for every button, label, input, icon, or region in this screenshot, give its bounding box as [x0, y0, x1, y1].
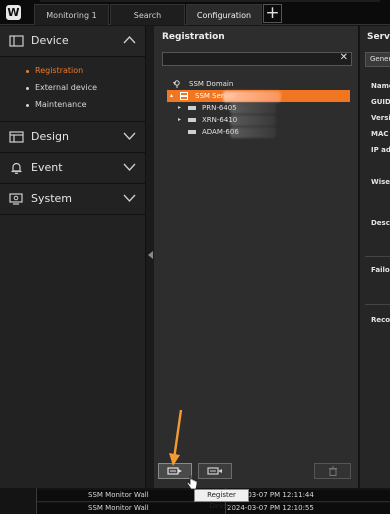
sidebar-section-label: Event	[31, 161, 63, 174]
deregister-device-button[interactable]	[198, 463, 232, 479]
tab-search[interactable]: Search	[110, 4, 185, 25]
top-tab-bar: W Monitoring 1 Search Configuration +	[0, 0, 390, 25]
monitor-gear-icon	[9, 193, 23, 205]
redacted-blur	[230, 127, 276, 138]
chevron-down-icon[interactable]	[123, 131, 136, 140]
sidebar-item-maintenance[interactable]: Maintenance	[0, 97, 145, 114]
sidebar-item-label: Registration	[35, 66, 84, 75]
collapse-arrow-icon[interactable]	[148, 251, 153, 259]
chevron-up-icon[interactable]	[123, 35, 136, 44]
bell-icon	[11, 162, 22, 174]
register-device-icon	[167, 467, 182, 475]
hand-cursor-icon	[186, 475, 198, 490]
nvr-icon	[188, 106, 196, 110]
panel-title: Registration	[162, 32, 225, 42]
bullet-icon	[26, 104, 29, 107]
sidebar-section-label: Design	[31, 130, 69, 143]
redacted-blur	[230, 115, 276, 126]
field-label: GUID	[371, 98, 390, 106]
registration-panel: Registration ✕ ▾ SSM Domain ▴ SSM Server…	[154, 26, 359, 488]
field-label: Recording	[371, 316, 390, 324]
server-icon	[180, 92, 188, 100]
divider	[365, 256, 390, 257]
device-submenu: Registration External device Maintenance	[0, 57, 145, 122]
sidebar-section-label: Device	[31, 34, 69, 47]
tree-node-device[interactable]: ADAM-606	[154, 126, 359, 138]
field-label: Version	[371, 114, 390, 122]
app-logo: W	[6, 5, 21, 20]
nvr-icon	[188, 118, 196, 122]
table-cell-name: SSM Monitor Wall	[88, 491, 149, 499]
field-label: Failover	[371, 266, 390, 274]
bullet-icon	[26, 70, 29, 73]
tree-toggle-icon[interactable]: ▴	[170, 90, 173, 102]
panel-splitter[interactable]	[146, 26, 154, 488]
tab-general[interactable]: General	[365, 52, 390, 67]
tree-toggle-icon[interactable]: ▸	[178, 114, 181, 126]
background-window-strip	[40, 0, 380, 2]
tree-node-domain[interactable]: ▾ SSM Domain	[154, 78, 359, 90]
bullet-icon	[26, 87, 29, 90]
field-label: Name	[371, 82, 390, 90]
nvr-icon	[188, 130, 196, 134]
config-sidebar: Device Registration External device Main…	[0, 26, 146, 488]
add-tab-button[interactable]: +	[263, 4, 282, 23]
clear-search-icon[interactable]: ✕	[340, 52, 348, 63]
sidebar-section-device[interactable]: Device	[0, 26, 145, 57]
tree-toggle-icon[interactable]: ▸	[178, 102, 181, 114]
tab-monitoring-1[interactable]: Monitoring 1	[34, 4, 109, 25]
tab-configuration[interactable]: Configuration	[186, 4, 262, 25]
register-device-tooltip: Register Device	[194, 489, 249, 510]
field-label: MAC	[371, 130, 389, 138]
domain-icon	[174, 80, 180, 88]
device-tree: ▾ SSM Domain ▴ SSM Server ▸ PRN-6405 ▸ X…	[154, 78, 359, 138]
field-label: IP address	[371, 146, 390, 154]
sidebar-section-event[interactable]: Event	[0, 153, 145, 184]
tree-node-label: SSM Domain	[189, 80, 234, 88]
device-search-input[interactable]: ✕	[162, 52, 352, 66]
table-cell-name: SSM Monitor Wall	[88, 504, 149, 512]
sidebar-section-system[interactable]: System	[0, 184, 145, 215]
device-icon	[9, 35, 24, 47]
chevron-down-icon[interactable]	[123, 193, 136, 202]
field-label: Description	[371, 219, 390, 227]
column-separator	[36, 488, 37, 514]
annotation-arrow-icon	[169, 409, 183, 466]
divider	[365, 304, 390, 305]
tree-node-device[interactable]: ▸ PRN-6405	[154, 102, 359, 114]
panel-title: Server	[367, 32, 390, 42]
redacted-blur	[230, 103, 276, 114]
sidebar-section-design[interactable]: Design	[0, 122, 145, 153]
sidebar-section-label: System	[31, 192, 73, 205]
sidebar-item-label: Maintenance	[35, 100, 87, 109]
table-cell-time: 2024-03-07 PM 12:10:55	[227, 504, 314, 512]
tree-node-server[interactable]: ▴ SSM Server	[167, 90, 350, 102]
redacted-blur	[223, 91, 281, 102]
delete-button[interactable]	[314, 463, 351, 479]
field-label: Wise	[371, 178, 390, 186]
sidebar-item-external-device[interactable]: External device	[0, 80, 145, 97]
deregister-device-icon	[207, 467, 222, 475]
trash-icon	[328, 466, 337, 476]
design-icon	[9, 131, 24, 143]
sidebar-item-registration[interactable]: Registration	[0, 63, 145, 80]
sidebar-item-label: External device	[35, 83, 98, 92]
server-info-panel: Server General Name GUID Version MAC IP …	[360, 26, 390, 488]
tree-node-device[interactable]: ▸ XRN-6410	[154, 114, 359, 126]
chevron-down-icon[interactable]	[123, 162, 136, 171]
